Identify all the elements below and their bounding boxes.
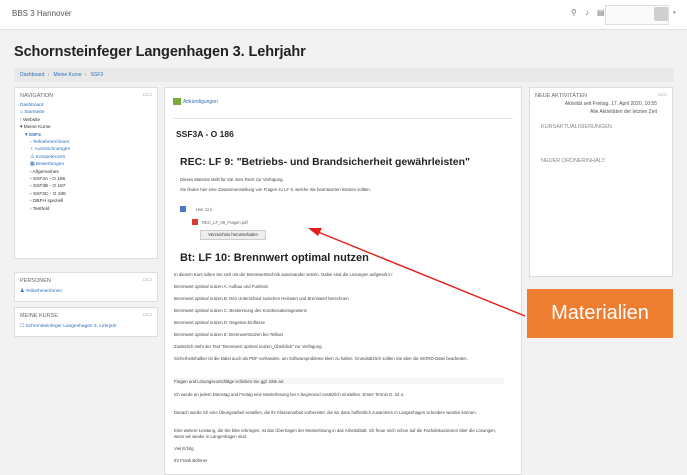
materialien-callout: Materialien — [527, 289, 673, 338]
annotation-arrow — [308, 228, 526, 317]
